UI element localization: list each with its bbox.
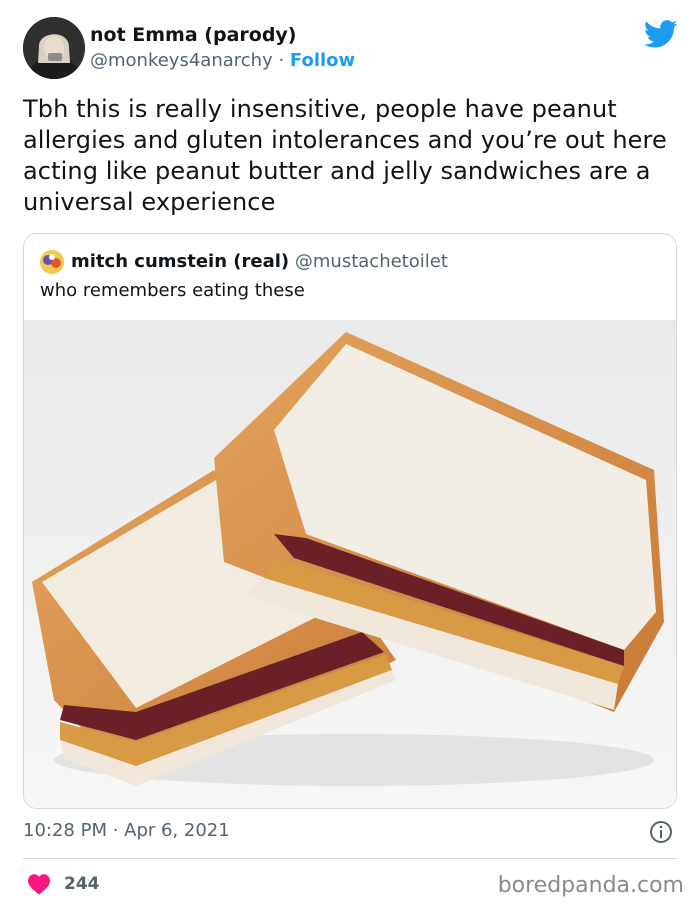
info-icon[interactable] bbox=[649, 820, 673, 844]
quoted-author-avatar bbox=[40, 250, 64, 274]
heart-icon[interactable] bbox=[27, 873, 51, 895]
sandwich-photo[interactable] bbox=[24, 320, 676, 808]
tweet-card: not Emma (parody) @monkeys4anarchy · Fol… bbox=[0, 0, 700, 912]
quoted-tweet-text: who remembers eating these bbox=[40, 280, 305, 301]
footer-divider bbox=[23, 858, 677, 859]
quoted-author-handle: @mustachetoilet bbox=[294, 251, 448, 272]
author-handle[interactable]: @monkeys4anarchy bbox=[90, 50, 273, 71]
like-count: 244 bbox=[64, 874, 100, 894]
tweet-text: Tbh this is really insensitive, people h… bbox=[23, 95, 667, 216]
follow-button[interactable]: Follow bbox=[290, 50, 355, 71]
author-avatar[interactable] bbox=[23, 17, 85, 79]
boredpanda-watermark: boredpanda.com bbox=[497, 873, 684, 898]
quoted-author-row: mitch cumstein (real) @mustachetoilet bbox=[71, 251, 448, 272]
author-handle-row: @monkeys4anarchy · Follow bbox=[90, 50, 355, 71]
handle-separator: · bbox=[272, 50, 290, 71]
quoted-tweet[interactable]: mitch cumstein (real) @mustachetoilet wh… bbox=[23, 233, 677, 809]
twitter-bird-icon[interactable] bbox=[644, 20, 678, 48]
tweet-timestamp[interactable]: 10:28 PM · Apr 6, 2021 bbox=[23, 820, 230, 841]
author-display-name[interactable]: not Emma (parody) bbox=[90, 24, 297, 46]
quoted-author-display-name: mitch cumstein (real) bbox=[71, 251, 290, 272]
